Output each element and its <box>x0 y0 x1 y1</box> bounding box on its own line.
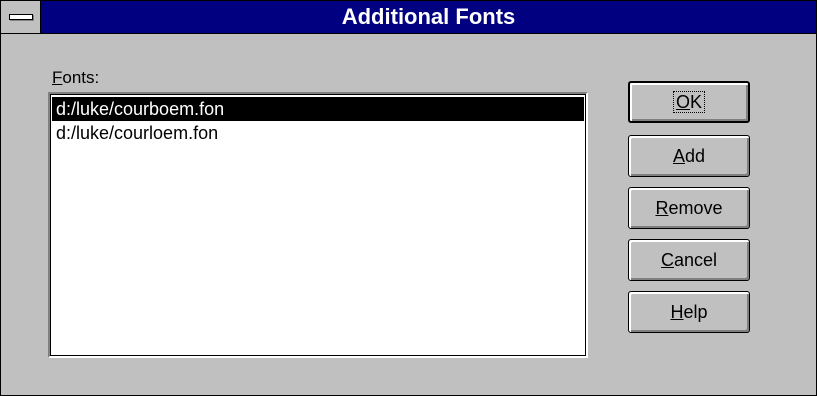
remove-button[interactable]: Remove <box>628 187 750 229</box>
title-bar: Additional Fonts <box>1 1 816 34</box>
ok-button-focus-rect: OK <box>672 91 706 113</box>
fonts-label: Fonts: <box>52 68 99 88</box>
help-button-label: elp <box>683 302 708 322</box>
help-button-mnemonic: H <box>670 302 684 322</box>
fonts-label-mnemonic: F <box>52 68 63 87</box>
add-button-label: dd <box>684 146 706 166</box>
window-title: Additional Fonts <box>341 4 516 29</box>
ok-button-label: K <box>690 92 703 112</box>
add-button[interactable]: Add <box>628 135 750 177</box>
ok-button-mnemonic: O <box>675 92 690 112</box>
ok-button[interactable]: OK <box>628 81 750 123</box>
system-menu-button[interactable] <box>1 1 41 33</box>
fonts-listbox[interactable]: d:/luke/courboem.fon d:/luke/courloem.fo… <box>48 92 588 358</box>
remove-button-mnemonic: R <box>655 198 669 218</box>
cancel-button-mnemonic: C <box>660 250 674 270</box>
list-item[interactable]: d:/luke/courloem.fon <box>52 121 584 145</box>
remove-button-label: emove <box>668 198 723 218</box>
additional-fonts-dialog: Additional Fonts Fonts: d:/luke/courboem… <box>0 0 817 396</box>
help-button[interactable]: Help <box>628 291 750 333</box>
cancel-button-label: ancel <box>673 250 718 270</box>
fonts-label-text: onts: <box>62 68 100 87</box>
cancel-button[interactable]: Cancel <box>628 239 750 281</box>
add-button-mnemonic: A <box>672 146 685 166</box>
fonts-listbox-frame: d:/luke/courboem.fon d:/luke/courloem.fo… <box>50 94 586 356</box>
system-menu-icon <box>9 14 33 20</box>
list-item[interactable]: d:/luke/courboem.fon <box>52 97 584 121</box>
